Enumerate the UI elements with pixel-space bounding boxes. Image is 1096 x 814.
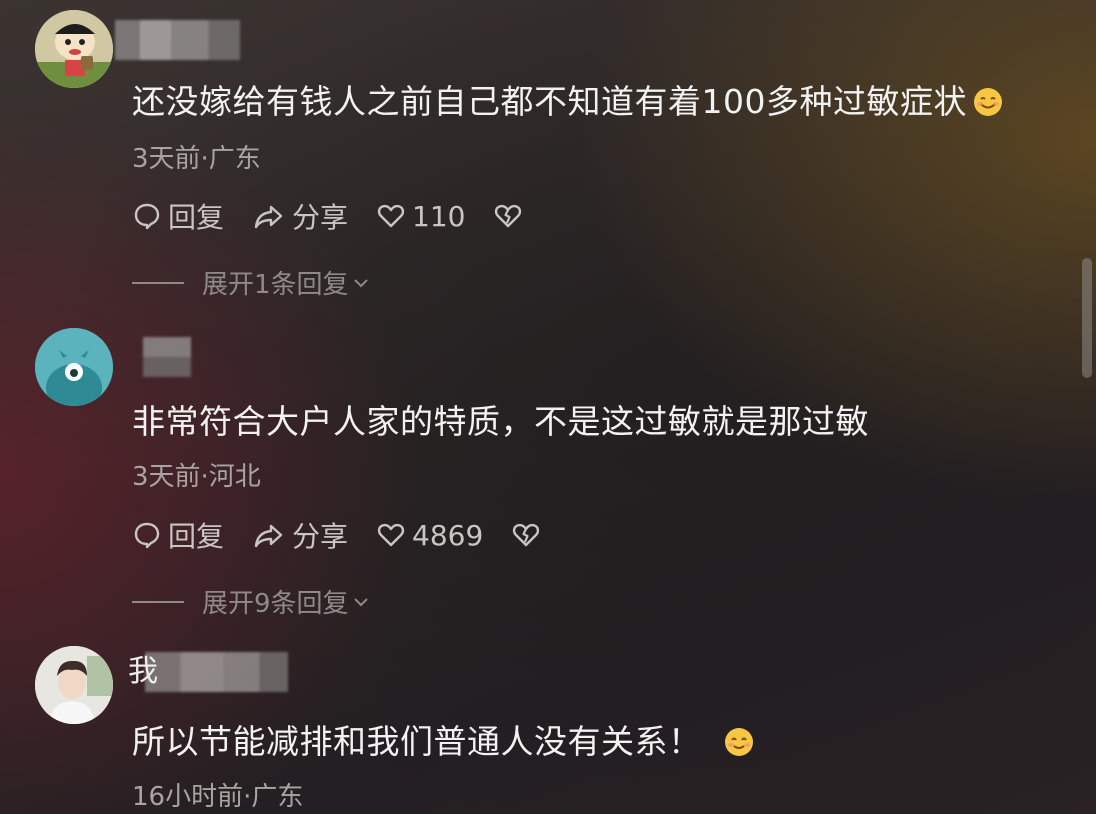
dislike-button[interactable] [493,201,529,231]
share-button[interactable]: 分享 [252,515,348,555]
heart-icon [377,204,405,228]
share-label: 分享 [292,520,349,553]
share-button[interactable]: 分享 [252,196,348,236]
reply-button[interactable]: 回复 [132,196,224,236]
comment-bubble-icon [134,203,160,230]
cartoon-avatar-icon [35,10,113,88]
comment-item-1: 还没嫁给有钱人之前自己都不知道有着100多种过敏症状 3天前·广东 回复 分享 [0,0,1070,300]
heart-icon [377,523,405,547]
avatar[interactable] [35,328,113,406]
avatar[interactable] [35,646,113,724]
blushing-smile-emoji-icon [724,728,753,756]
comment-bubble-icon [134,522,160,549]
reply-label: 回复 [168,520,225,553]
broken-heart-icon [495,204,522,228]
scrollbar-thumb[interactable] [1082,258,1092,378]
smiling-face-emoji-icon [974,88,1002,116]
expand-divider [132,281,184,284]
chevron-down-icon [353,278,368,287]
reply-label: 回复 [168,201,225,234]
like-button[interactable]: 4869 [376,519,483,552]
comment-text: 非常符合大户人家的特质，不是这过敏就是那过敏 [132,402,869,441]
comment-meta: 3天前·广东 [132,144,261,174]
comment-text: 还没嫁给有钱人之前自己都不知道有着100多种过敏症状 [132,82,1003,122]
share-label: 分享 [292,201,349,234]
comment-item-3: 我 所以节能减排和我们普通人没有关系！ 16小时前·广东 [0,640,1070,814]
dislike-button[interactable] [511,520,547,550]
comment-item-2: 非常符合大户人家的特质，不是这过敏就是那过敏 3天前·河北 回复 分享 4869 [0,320,1070,620]
expand-label: 展开1条回复 [202,270,349,300]
monster-avatar-icon [35,328,113,406]
comment-actions: 回复 分享 4869 [132,515,575,555]
comment-actions: 回复 分享 110 [132,196,557,236]
share-arrow-icon [254,524,283,548]
comment-meta: 16小时前·广东 [132,782,304,812]
avatar[interactable] [35,10,113,88]
chevron-down-icon [353,597,368,606]
comment-text: 所以节能减排和我们普通人没有关系！ [132,722,754,762]
expand-replies-button[interactable]: 展开1条回复 [132,264,371,301]
comment-meta: 3天前·河北 [132,462,261,492]
username-partial: 我 [128,654,158,689]
like-count: 4869 [412,518,484,552]
expand-replies-button[interactable]: 展开9条回复 [132,583,371,620]
share-arrow-icon [254,205,283,229]
expand-divider [132,600,184,603]
username-blurred [143,337,191,377]
person-photo-avatar-icon [35,646,113,724]
like-count: 110 [412,199,466,233]
username-blurred [145,652,288,692]
username-blurred [115,20,240,60]
broken-heart-icon [513,523,540,547]
reply-button[interactable]: 回复 [132,515,224,555]
expand-label: 展开9条回复 [202,589,349,619]
like-button[interactable]: 110 [376,200,465,233]
